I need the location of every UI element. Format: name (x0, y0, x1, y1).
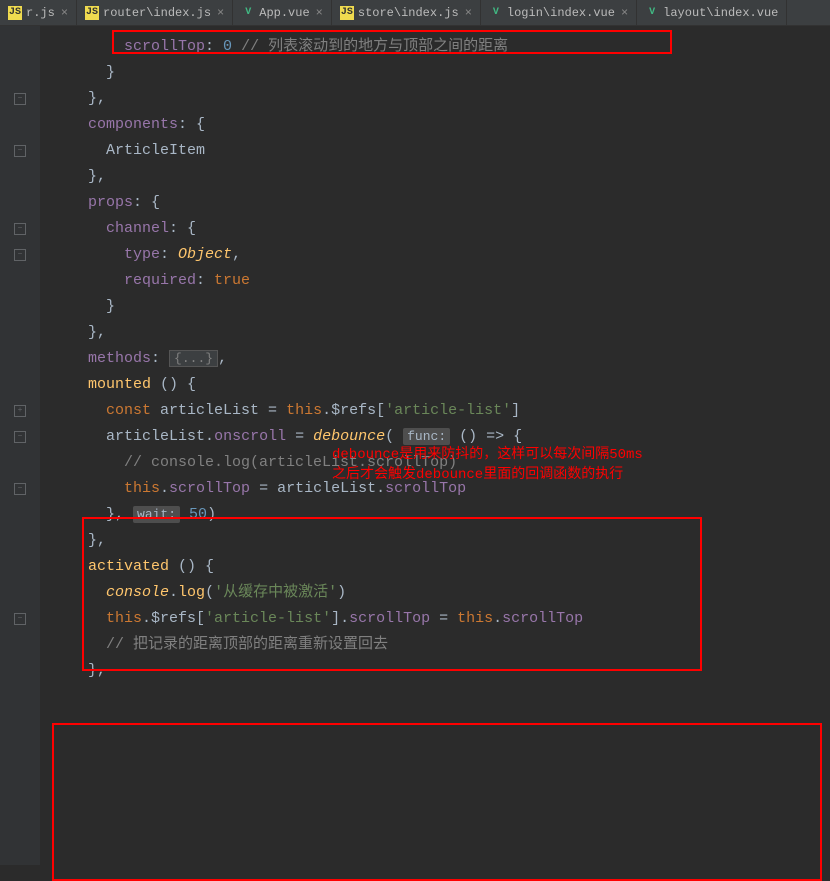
fold-icon[interactable]: − (14, 145, 26, 157)
fold-icon[interactable]: − (14, 93, 26, 105)
code-area[interactable]: scrollTop: 0 // 列表滚动到的地方与顶部之间的距离 } }, co… (40, 26, 830, 865)
editor-area: − − − − + − − − scrollTop: 0 // 列表滚动到的地方… (0, 26, 830, 865)
close-icon[interactable]: × (217, 6, 224, 20)
fold-icon[interactable]: − (14, 223, 26, 235)
close-icon[interactable]: × (465, 6, 472, 20)
close-icon[interactable]: × (316, 6, 323, 20)
tab-label: router\index.js (103, 6, 211, 20)
gutter: − − − − + − − − (0, 26, 40, 865)
tab-app-vue[interactable]: V App.vue × (233, 0, 332, 25)
fold-icon[interactable]: − (14, 613, 26, 625)
tab-label: layout\index.vue (663, 6, 778, 20)
js-icon: JS (85, 6, 99, 20)
tab-label: App.vue (259, 6, 309, 20)
js-icon: JS (340, 6, 354, 20)
tab-login[interactable]: V login\index.vue × (481, 0, 637, 25)
fold-icon[interactable]: − (14, 249, 26, 261)
highlight-box-3 (52, 723, 822, 881)
tab-label: store\index.js (358, 6, 459, 20)
folded-code[interactable]: {...} (169, 350, 218, 367)
param-hint: wait: (133, 506, 180, 523)
tab-bar: JS r.js × JS router\index.js × V App.vue… (0, 0, 830, 26)
fold-icon[interactable]: + (14, 405, 26, 417)
tab-layout[interactable]: V layout\index.vue (637, 0, 787, 25)
close-icon[interactable]: × (621, 6, 628, 20)
close-icon[interactable]: × (61, 6, 68, 20)
tab-label: r.js (26, 6, 55, 20)
vue-icon: V (645, 6, 659, 20)
tab-label: login\index.vue (507, 6, 615, 20)
vue-icon: V (489, 6, 503, 20)
annotation-text: debounce是用来防抖的，这样可以每次间隔50ms 之后才会触发deboun… (332, 446, 643, 485)
fold-icon[interactable]: − (14, 431, 26, 443)
tab-store[interactable]: JS store\index.js × (332, 0, 481, 25)
js-icon: JS (8, 6, 22, 20)
fold-icon[interactable]: − (14, 483, 26, 495)
tab-router[interactable]: JS router\index.js × (77, 0, 233, 25)
tab-r-js[interactable]: JS r.js × (0, 0, 77, 25)
vue-icon: V (241, 6, 255, 20)
param-hint: func: (403, 428, 450, 445)
